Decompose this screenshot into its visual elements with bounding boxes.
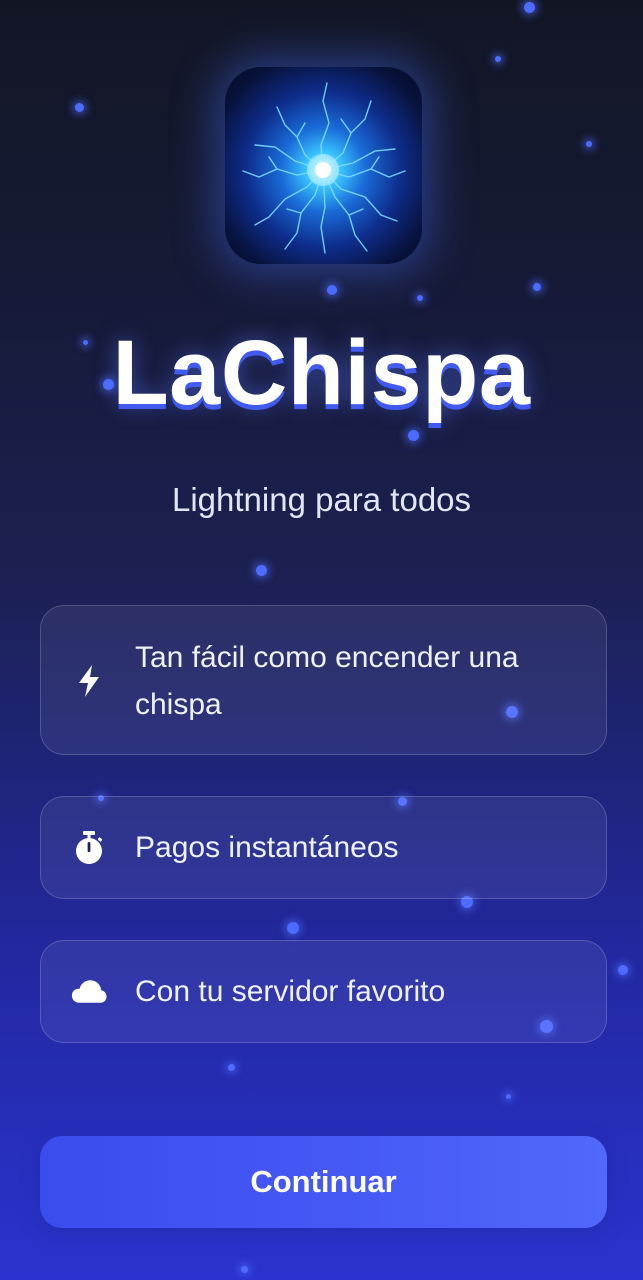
spark-icon: [242, 82, 406, 254]
feature-label: Con tu servidor favorito: [135, 975, 446, 1008]
cloud-icon: [71, 974, 107, 1010]
continue-button[interactable]: Continuar: [40, 1136, 607, 1228]
stopwatch-icon: [71, 830, 107, 866]
app-tagline: Lightning para todos: [171, 481, 472, 518]
feature-label: Tan fácil como encender una chispa: [135, 641, 519, 721]
feature-card-easy: Tan fácil como encender una chispa: [40, 605, 607, 755]
feature-card-favorite-server: Con tu servidor favorito: [40, 940, 607, 1043]
lightning-bolt-icon: [71, 663, 107, 699]
feature-label: Pagos instantáneos: [135, 831, 399, 864]
app-logo: [225, 67, 422, 264]
feature-card-instant-payments: Pagos instantáneos: [40, 796, 607, 899]
app-title: LaChispa: [112, 322, 531, 424]
